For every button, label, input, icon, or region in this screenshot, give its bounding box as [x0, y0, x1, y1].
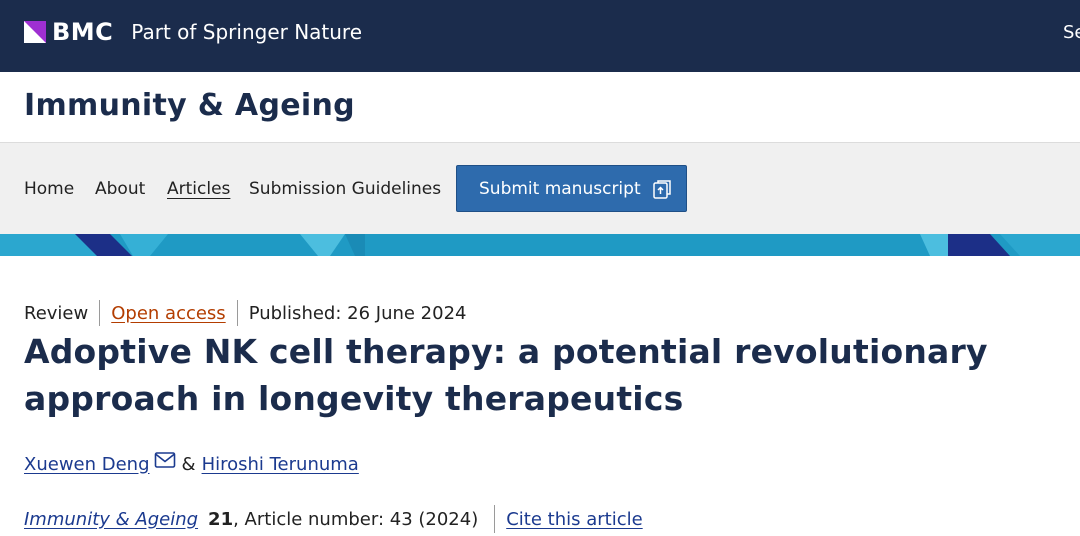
article-title: Adoptive NK cell therapy: a potential re…: [24, 332, 988, 418]
article-type: Review: [24, 302, 89, 324]
journal-title[interactable]: Immunity & Ageing: [24, 88, 355, 123]
citation-volume: 21: [208, 508, 234, 530]
nav-item-home[interactable]: Home: [24, 179, 74, 199]
citation-line: Immunity & Ageing 21 , Article number: 4…: [24, 504, 643, 534]
author-link[interactable]: Hiroshi Terunuma: [202, 454, 359, 475]
bmc-logo-link[interactable]: BMC Part of Springer Nature: [24, 18, 362, 46]
brand-tagline: Part of Springer Nature: [131, 20, 363, 44]
cite-this-article-link[interactable]: Cite this article: [506, 509, 642, 530]
banner-graphic: [0, 234, 1080, 256]
journal-header: Immunity & Ageing: [0, 72, 1080, 143]
author-link[interactable]: Xuewen Deng: [24, 454, 150, 475]
bmc-logo-icon: [24, 21, 46, 43]
citation-divider: [494, 505, 496, 533]
submit-manuscript-button[interactable]: Submit manuscript: [456, 165, 687, 212]
brand-name: BMC: [52, 18, 114, 46]
decorative-banner: [0, 234, 1080, 256]
meta-divider: [236, 300, 238, 326]
published-date: Published: 26 June 2024: [248, 302, 467, 324]
mail-icon[interactable]: [154, 451, 176, 469]
nav-item-about[interactable]: About: [95, 179, 145, 199]
author-separator: &: [181, 453, 196, 475]
citation-journal-link[interactable]: Immunity & Ageing: [24, 509, 198, 530]
open-access-link[interactable]: Open access: [111, 303, 225, 324]
external-link-icon: [652, 179, 671, 199]
search-link[interactable]: Se: [1063, 22, 1080, 43]
meta-divider: [99, 300, 101, 326]
journal-nav: Home About Articles Submission Guideline…: [0, 143, 1080, 234]
nav-item-submission-guidelines[interactable]: Submission Guidelines: [249, 179, 441, 199]
submit-manuscript-label: Submit manuscript: [479, 178, 641, 199]
site-header: BMC Part of Springer Nature Se: [0, 0, 1080, 72]
nav-item-articles[interactable]: Articles: [167, 179, 230, 199]
article-meta: Review Open access Published: 26 June 20…: [24, 300, 467, 326]
author-list: Xuewen Deng & Hiroshi Terunuma: [24, 449, 359, 479]
citation-details: , Article number: 43 (2024): [233, 508, 479, 530]
